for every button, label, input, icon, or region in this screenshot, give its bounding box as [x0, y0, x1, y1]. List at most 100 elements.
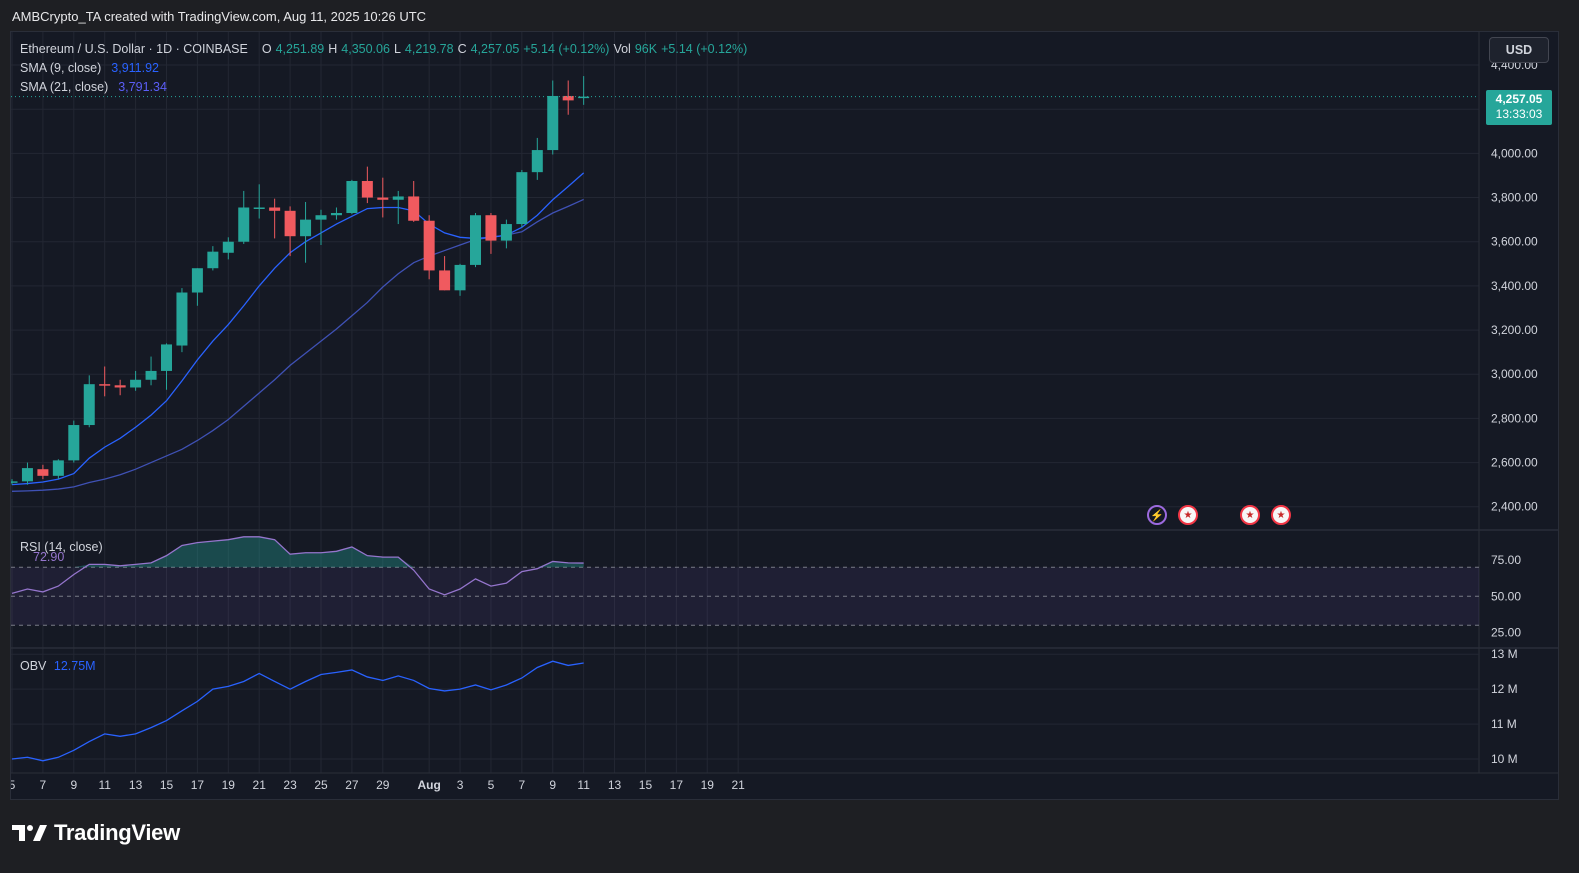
obv-legend[interactable]: OBV 12.75M	[20, 659, 96, 673]
time-axis-label: 11	[577, 778, 590, 792]
obv-axis-label: 12 M	[1491, 682, 1518, 696]
candle-body[interactable]	[99, 384, 111, 386]
sma9-label: SMA (9, close)	[20, 61, 102, 75]
candle-body[interactable]	[238, 207, 250, 242]
candle-body[interactable]	[52, 460, 64, 476]
candle-body[interactable]	[130, 379, 142, 388]
candle-body[interactable]	[176, 292, 188, 346]
price-axis-label: 2,400.00	[1491, 500, 1538, 514]
candle-body[interactable]	[37, 469, 49, 476]
candle-body[interactable]	[408, 196, 420, 221]
candle-body[interactable]	[485, 215, 497, 241]
candle-body[interactable]	[392, 196, 404, 200]
rsi-axis-label: 75.00	[1491, 553, 1521, 567]
rsi-axis-label: 25.00	[1491, 626, 1521, 640]
open-value: 4,251.89	[275, 42, 325, 56]
rsi-legend[interactable]: RSI (14, close) 72.90	[20, 540, 103, 564]
candle-body[interactable]	[269, 207, 281, 211]
symbol-title[interactable]: Ethereum / U.S. Dollar · 1D · COINBASE	[20, 40, 248, 59]
sma21-line	[11, 198, 584, 492]
open-label: O	[261, 42, 272, 56]
candle-body[interactable]	[361, 180, 373, 198]
candle-body[interactable]	[454, 264, 466, 291]
time-axis-label: 3	[457, 778, 464, 792]
candle-body[interactable]	[547, 95, 559, 151]
low-value: 4,219.78	[404, 42, 454, 56]
chart-legend: Ethereum / U.S. Dollar · 1D · COINBASE O…	[20, 40, 747, 97]
time-axis-label: 29	[376, 778, 390, 792]
time-axis-label: 11	[98, 778, 111, 792]
candle-body[interactable]	[11, 481, 18, 483]
sma21-label: SMA (21, close)	[20, 80, 109, 94]
sma9-legend-row[interactable]: SMA (9, close) 3,911.92	[20, 59, 747, 78]
obv-axis-label: 11 M	[1491, 717, 1517, 731]
rsi-band-fill	[11, 567, 1479, 626]
time-axis-label: 25	[314, 778, 328, 792]
sma21-legend-row[interactable]: SMA (21, close) 3,791.34	[20, 78, 747, 97]
chart-canvas[interactable]: 4,400.004,200.004,000.003,800.003,600.00…	[11, 32, 1559, 800]
obv-label: OBV	[20, 659, 47, 673]
candle-body[interactable]	[21, 468, 33, 482]
candle-body[interactable]	[346, 180, 358, 214]
candle-body[interactable]	[500, 224, 512, 241]
candle-body[interactable]	[377, 197, 389, 200]
currency-button[interactable]: USD	[1489, 37, 1549, 63]
obv-line	[11, 660, 584, 762]
rsi-axis-label: 50.00	[1491, 589, 1521, 603]
high-value: 4,350.06	[341, 42, 390, 56]
volume-change: +5.14 (+0.12%)	[661, 42, 748, 56]
candle-body[interactable]	[300, 219, 312, 237]
candle-body[interactable]	[83, 384, 95, 426]
time-axis-label: 23	[283, 778, 297, 792]
candle-body[interactable]	[439, 270, 451, 291]
price-axis-label: 3,000.00	[1491, 367, 1538, 381]
rsi-value: 72.90	[33, 550, 65, 564]
candle-body[interactable]	[207, 251, 219, 269]
candle-body[interactable]	[315, 215, 327, 220]
us-flag-event-icon[interactable]: ★	[1240, 505, 1260, 525]
tradingview-logo[interactable]: TradingView	[12, 820, 180, 846]
candle-body[interactable]	[284, 210, 296, 237]
sma9-line	[11, 172, 585, 486]
lightning-event-icon[interactable]: ⚡	[1147, 505, 1167, 525]
candle-body[interactable]	[68, 425, 80, 461]
candle-body[interactable]	[423, 220, 435, 271]
candle-body[interactable]	[191, 268, 203, 293]
us-flag-event-icon[interactable]: ★	[1271, 505, 1291, 525]
candle-body[interactable]	[470, 215, 481, 265]
candle-body[interactable]	[145, 370, 157, 380]
volume-value: 96K	[634, 42, 658, 56]
close-value: 4,257.05	[470, 42, 520, 56]
change-value: +5.14 (+0.12%)	[523, 42, 610, 56]
time-axis-label: Aug	[417, 778, 440, 792]
time-axis-label: 13	[608, 778, 622, 792]
obv-axis-label: 10 M	[1491, 752, 1518, 766]
brand-name: TradingView	[54, 820, 180, 845]
price-axis-label: 3,200.00	[1491, 323, 1538, 337]
time-axis-label: 7	[40, 778, 47, 792]
time-axis-label: 9	[549, 778, 556, 792]
candle-body[interactable]	[253, 207, 265, 209]
time-axis-label: 21	[731, 778, 745, 792]
candle-body[interactable]	[516, 172, 528, 225]
us-flag-event-icon[interactable]: ★	[1178, 505, 1198, 525]
price-axis-label: 2,600.00	[1491, 456, 1538, 470]
candle-body[interactable]	[531, 150, 543, 173]
close-label: C	[457, 42, 467, 56]
time-axis-label: 15	[160, 778, 174, 792]
candle-body[interactable]	[330, 213, 342, 216]
price-axis-label: 3,400.00	[1491, 279, 1538, 293]
candle-body[interactable]	[222, 241, 234, 253]
price-axis-label: 3,800.00	[1491, 191, 1538, 205]
low-label: L	[393, 42, 401, 56]
time-axis-label: 5	[11, 778, 16, 792]
time-axis-label: 19	[222, 778, 236, 792]
candle-body[interactable]	[161, 344, 172, 371]
candle-body[interactable]	[114, 385, 126, 388]
time-axis-label: 9	[70, 778, 77, 792]
chart-area[interactable]: 4,400.004,200.004,000.003,800.003,600.00…	[10, 31, 1559, 800]
last-price-value: 4,257.05	[1495, 92, 1543, 106]
time-axis-label: 15	[639, 778, 653, 792]
tradingview-logo-icon	[12, 825, 47, 841]
time-axis-label: 19	[701, 778, 715, 792]
